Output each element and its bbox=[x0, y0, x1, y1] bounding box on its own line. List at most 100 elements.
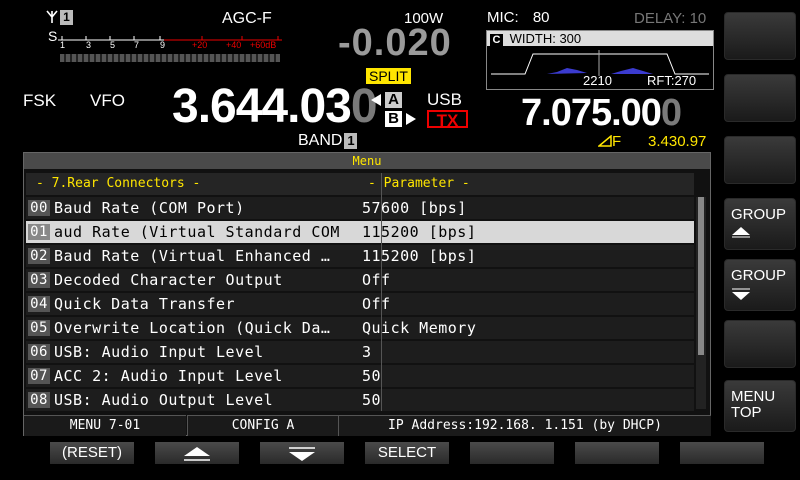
tx-indicator: TX bbox=[427, 110, 468, 130]
mic-label: MIC: bbox=[487, 9, 519, 26]
softkey-6[interactable] bbox=[575, 442, 659, 464]
menu-row[interactable]: 02 Baud Rate (Virtual Enhanced … 115200 … bbox=[26, 245, 694, 267]
scroll-up-button[interactable] bbox=[155, 442, 239, 464]
menu-row-value: 50 bbox=[362, 391, 382, 409]
side-key-3[interactable] bbox=[724, 136, 796, 184]
main-frequency-digits: 3.644.03 bbox=[172, 80, 352, 133]
menu-row-value: Quick Memory bbox=[362, 319, 477, 337]
column-divider bbox=[381, 173, 382, 411]
triangle-down-icon bbox=[289, 447, 315, 461]
delay-indicator: DELAY: 10 bbox=[634, 10, 707, 27]
reset-button[interactable]: (RESET) bbox=[50, 442, 134, 464]
band-indicator: BAND 1 bbox=[298, 132, 358, 150]
arrow-right-icon bbox=[406, 113, 416, 125]
menu-scroll-thumb[interactable] bbox=[698, 197, 704, 355]
softkey-5[interactable] bbox=[470, 442, 554, 464]
menu-row-name: aud Rate (Virtual Standard COM bbox=[54, 223, 340, 241]
smeter-tick: 1 bbox=[60, 40, 66, 50]
smeter-scale: 1 3 5 7 9 +20 +40 +60dB bbox=[60, 40, 290, 50]
menu-row-number: 05 bbox=[28, 320, 50, 336]
smeter-tick: +60dB bbox=[250, 40, 277, 50]
menu-group-header: - 7.Rear Connectors - bbox=[26, 173, 360, 195]
triangle-up-icon bbox=[732, 227, 750, 238]
status-config: CONFIG A bbox=[187, 415, 338, 436]
menu-row-number: 07 bbox=[28, 368, 50, 384]
group-down-button[interactable]: GROUP bbox=[724, 259, 796, 311]
menu-row-value: 50 bbox=[362, 367, 382, 385]
sub-frequency[interactable]: 7.075.000 bbox=[521, 92, 682, 135]
triangle-up-icon bbox=[184, 447, 210, 461]
menu-row-number: 06 bbox=[28, 344, 50, 360]
smeter-tick: 3 bbox=[86, 40, 92, 50]
menu-row[interactable]: 03 Decoded Character Output Off bbox=[26, 269, 694, 291]
menu-row-name: Quick Data Transfer bbox=[54, 295, 236, 313]
menu-row[interactable]: 08 USB: Audio Output Level 50 bbox=[26, 389, 694, 411]
side-key-2[interactable] bbox=[724, 74, 796, 122]
menu-row-number: 03 bbox=[28, 272, 50, 288]
menu-row[interactable]: 07 ACC 2: Audio Input Level 50 bbox=[26, 365, 694, 387]
vfo-indicator: VFO bbox=[90, 91, 125, 110]
menu-row-value: Off bbox=[362, 271, 391, 289]
menu-row[interactable]: 05 Overwrite Location (Quick Da… Quick M… bbox=[26, 317, 694, 339]
smeter-tick: 5 bbox=[110, 40, 116, 50]
menu-row-selected[interactable]: 01 aud Rate (Virtual Standard COM 115200… bbox=[26, 221, 694, 243]
vfo-a-indicator: A bbox=[385, 92, 402, 108]
smeter-tick: +40 bbox=[226, 40, 242, 50]
scroll-down-button[interactable] bbox=[260, 442, 344, 464]
menu-row-value: Off bbox=[362, 295, 391, 313]
delta-f-label: F bbox=[612, 133, 622, 150]
mode-indicator: FSK bbox=[23, 91, 57, 110]
menu-row-name: Overwrite Location (Quick Da… bbox=[54, 319, 331, 337]
menu-row[interactable]: 00 Baud Rate (COM Port) 57600 [bps] bbox=[26, 197, 694, 219]
filter-scope: C WIDTH: 300 2210 RFT:270 bbox=[486, 30, 714, 90]
rit-offset: -0.020 bbox=[338, 22, 452, 64]
delta-f-value: 3.430.97 bbox=[648, 133, 707, 150]
main-frequency[interactable]: 3.644.030 bbox=[172, 79, 378, 134]
menu-panel: Menu - 7.Rear Connectors - - Parameter -… bbox=[23, 152, 711, 436]
menu-row-name: Baud Rate (COM Port) bbox=[54, 199, 245, 217]
sub-frequency-last-digit: 0 bbox=[660, 92, 682, 134]
arrow-left-icon bbox=[371, 94, 381, 106]
menu-row-name: USB: Audio Output Level bbox=[54, 391, 274, 409]
menu-row-number: 01 bbox=[28, 224, 50, 240]
delta-icon bbox=[596, 134, 612, 147]
menu-row-value: 57600 [bps] bbox=[362, 199, 467, 217]
delta-f-indicator: F bbox=[596, 133, 622, 150]
select-button[interactable]: SELECT bbox=[365, 442, 449, 464]
group-up-button[interactable]: GROUP bbox=[724, 198, 796, 250]
scope-header: C WIDTH: 300 bbox=[487, 31, 713, 47]
menu-row-number: 02 bbox=[28, 248, 50, 264]
status-menu-number: MENU 7-01 bbox=[24, 415, 186, 436]
smeter-tick: 7 bbox=[134, 40, 140, 50]
menu-row-name: Baud Rate (Virtual Enhanced … bbox=[54, 247, 331, 265]
band-number: 1 bbox=[344, 133, 358, 149]
mic-gain: MIC: 80 bbox=[487, 9, 550, 26]
scope-width: WIDTH: 300 bbox=[509, 31, 582, 46]
menu-top-button[interactable]: MENU TOP bbox=[724, 380, 796, 432]
menu-row-value: 3 bbox=[362, 343, 372, 361]
menu-parameter-header: - Parameter - bbox=[360, 173, 694, 195]
side-key-1[interactable] bbox=[724, 12, 796, 60]
menu-title: Menu bbox=[24, 153, 710, 169]
menu-row-name: USB: Audio Input Level bbox=[54, 343, 264, 361]
group-up-label: GROUP bbox=[731, 206, 787, 223]
triangle-down-icon bbox=[732, 288, 750, 300]
group-down-label: GROUP bbox=[731, 267, 787, 284]
softkey-7[interactable] bbox=[680, 442, 764, 464]
menu-row-name: Decoded Character Output bbox=[54, 271, 283, 289]
menu-row-number: 04 bbox=[28, 296, 50, 312]
menu-row[interactable]: 04 Quick Data Transfer Off bbox=[26, 293, 694, 315]
mic-value: 80 bbox=[532, 9, 550, 26]
menu-row-name: ACC 2: Audio Input Level bbox=[54, 367, 283, 385]
band-label: BAND bbox=[298, 132, 343, 149]
sub-frequency-digits: 7.075.00 bbox=[521, 92, 662, 134]
menu-row-number: 00 bbox=[28, 200, 50, 216]
antenna-number: 1 bbox=[60, 10, 73, 25]
side-key-6[interactable] bbox=[724, 320, 796, 368]
scope-right-value: RFT:270 bbox=[647, 73, 697, 88]
menu-row[interactable]: 06 USB: Audio Input Level 3 bbox=[26, 341, 694, 363]
agc-indicator: AGC-F bbox=[222, 10, 272, 27]
antenna-icon bbox=[46, 10, 58, 24]
sub-mode-indicator: USB bbox=[427, 90, 462, 109]
status-ip-address: IP Address:192.168. 1.151 (by DHCP) bbox=[338, 415, 711, 436]
